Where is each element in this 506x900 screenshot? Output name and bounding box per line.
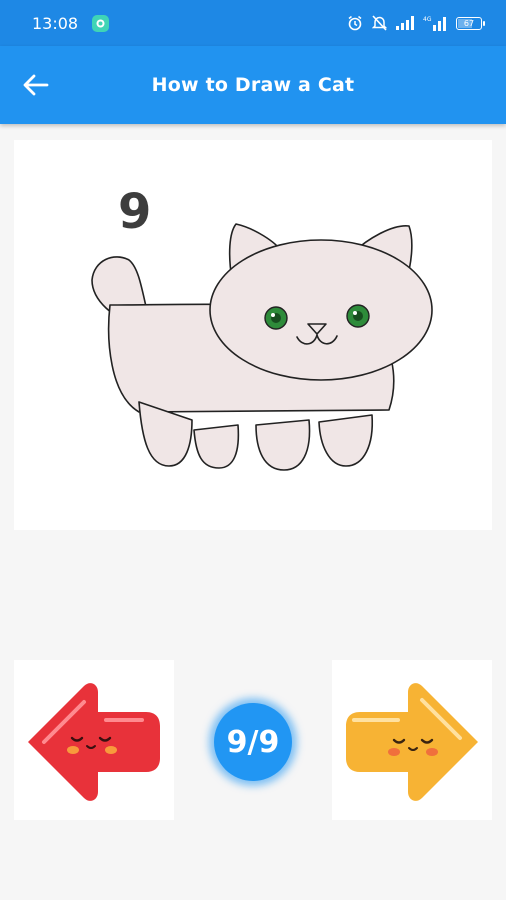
mute-icon xyxy=(372,15,387,31)
arrow-left-icon xyxy=(23,74,49,96)
cat-drawing xyxy=(91,223,433,471)
status-icons: 4G 67 xyxy=(347,15,485,31)
battery-level: 67 xyxy=(463,18,475,28)
cute-arrow-left-icon xyxy=(28,683,160,801)
svg-text:4G: 4G xyxy=(423,16,432,23)
back-button[interactable] xyxy=(20,69,52,101)
page-indicator: 9/9 xyxy=(214,703,292,781)
status-bar: 13:08 4G 67 xyxy=(0,0,506,46)
signal-icon xyxy=(396,16,414,30)
status-time: 13:08 xyxy=(32,13,79,33)
chat-app-icon xyxy=(92,14,110,32)
previous-step-button[interactable] xyxy=(14,660,174,820)
next-step-button[interactable] xyxy=(332,660,492,820)
battery-icon: 67 xyxy=(456,16,485,30)
wifi-signal-icon: 4G xyxy=(423,15,447,31)
cute-arrow-right-icon xyxy=(346,683,478,801)
drawing-card: 9 xyxy=(14,140,492,530)
alarm-icon xyxy=(347,15,363,31)
app-bar: How to Draw a Cat xyxy=(0,46,506,124)
page-title: How to Draw a Cat xyxy=(151,74,355,96)
